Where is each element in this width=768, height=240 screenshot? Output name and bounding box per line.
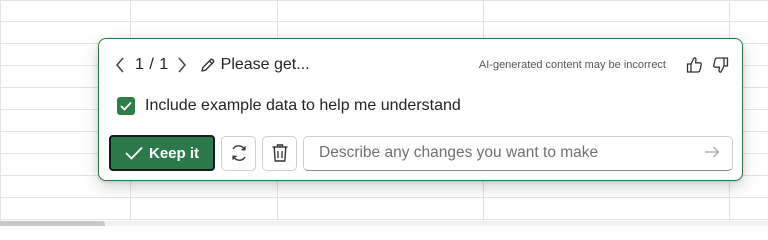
prompt-title[interactable]: Please get...: [221, 56, 310, 74]
chevron-right-icon[interactable]: [175, 55, 189, 75]
copilot-suggestion-card: 1 / 1 Please get... AI-generated content…: [98, 38, 743, 181]
keep-it-button[interactable]: Keep it: [109, 135, 215, 171]
card-header: 1 / 1 Please get... AI-generated content…: [113, 54, 730, 76]
include-example-label: Include example data to help me understa…: [145, 97, 461, 114]
ai-disclaimer: AI-generated content may be incorrect: [478, 59, 666, 71]
change-request-field[interactable]: [303, 135, 733, 171]
trash-icon: [272, 144, 287, 162]
refresh-icon: [231, 145, 246, 161]
action-bar: Keep it: [109, 135, 733, 171]
thumbs-down-icon[interactable]: [710, 55, 730, 75]
keep-it-label: Keep it: [148, 144, 199, 162]
send-arrow-icon[interactable]: [704, 144, 722, 162]
thumbs-up-icon[interactable]: [684, 55, 704, 75]
checkmark-icon: [125, 146, 143, 160]
include-example-option[interactable]: Include example data to help me understa…: [117, 97, 461, 115]
pencil-icon[interactable]: [199, 55, 217, 75]
horizontal-scrollbar-track[interactable]: [0, 221, 768, 226]
chevron-left-icon[interactable]: [113, 55, 127, 75]
change-request-input[interactable]: [317, 143, 704, 163]
regenerate-button[interactable]: [221, 135, 256, 171]
horizontal-scrollbar-thumb[interactable]: [0, 221, 105, 226]
include-example-checkbox[interactable]: [117, 97, 135, 115]
delete-button[interactable]: [262, 135, 297, 171]
pager-text: 1 / 1: [135, 56, 169, 73]
